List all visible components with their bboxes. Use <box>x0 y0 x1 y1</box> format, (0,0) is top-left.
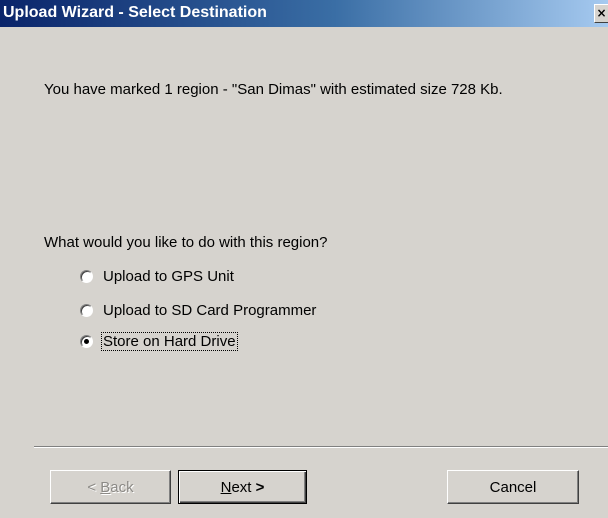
region-summary-text: You have marked 1 region - "San Dimas" w… <box>44 81 503 98</box>
next-button-label: ext <box>231 478 256 496</box>
next-button-suffix: > <box>255 478 265 496</box>
next-button-mnemonic: N <box>220 478 232 496</box>
cancel-button[interactable]: Cancel <box>447 470 579 504</box>
upload-wizard-dialog: Upload Wizard - Select Destination × You… <box>0 0 608 518</box>
next-button[interactable]: Next > <box>178 470 307 504</box>
separator-line <box>34 446 608 448</box>
option-label: Upload to GPS Unit <box>103 267 234 285</box>
back-button[interactable]: < Back <box>50 470 171 504</box>
title-bar[interactable]: Upload Wizard - Select Destination × <box>0 0 608 27</box>
back-button-prefix: < <box>87 478 101 496</box>
cancel-button-label: Cancel <box>489 478 537 496</box>
close-button[interactable]: × <box>594 4 608 23</box>
back-button-mnemonic: B <box>100 478 111 496</box>
radio-button[interactable] <box>80 303 93 317</box>
destination-question: What would you like to do with this regi… <box>44 234 328 251</box>
radio-button-selected[interactable] <box>80 334 93 348</box>
option-store-hard-drive[interactable]: Store on Hard Drive <box>80 331 238 351</box>
option-label: Store on Hard Drive <box>101 331 238 351</box>
option-upload-gps[interactable]: Upload to GPS Unit <box>80 266 235 286</box>
option-label: Upload to SD Card Programmer <box>103 301 317 319</box>
option-upload-sd-card[interactable]: Upload to SD Card Programmer <box>80 300 317 320</box>
close-icon: × <box>596 6 607 20</box>
back-button-label: ack <box>110 478 134 496</box>
window-title: Upload Wizard - Select Destination <box>3 4 267 21</box>
radio-button[interactable] <box>80 269 93 283</box>
